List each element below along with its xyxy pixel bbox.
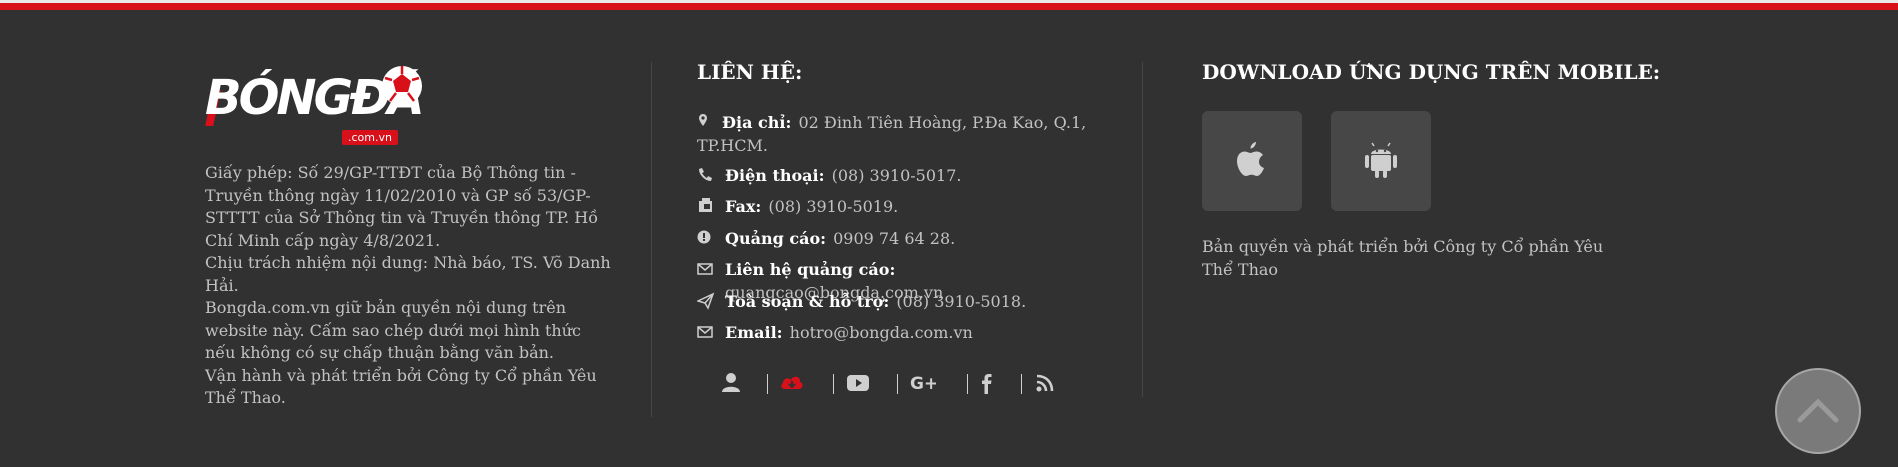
back-to-top-button[interactable]	[1775, 368, 1861, 454]
contact-email: Email: hotro@bongda.com.vn	[697, 321, 1097, 344]
paper-plane-icon	[697, 292, 715, 310]
logo-domain-badge: .com.vn	[342, 130, 398, 145]
social-separator	[897, 374, 898, 394]
contact-address: Địa chỉ: 02 Đinh Tiên Hoàng, P.Đa Kao, Q…	[697, 111, 1097, 157]
rss-icon[interactable]	[1032, 370, 1058, 396]
social-separator	[967, 374, 968, 394]
ads-value: 0909 74 64 28.	[833, 229, 956, 248]
social-separator	[767, 374, 768, 394]
office-value: (08) 3910-5018.	[896, 292, 1027, 311]
contact-heading: LIÊN HỆ:	[697, 60, 803, 84]
map-marker-icon	[699, 114, 707, 126]
envelope-icon	[697, 326, 713, 338]
youtube-icon[interactable]	[845, 370, 871, 396]
phone-icon	[699, 168, 712, 181]
email-label: Email:	[725, 323, 783, 342]
top-accent-bar	[0, 0, 1898, 10]
license-info: Giấy phép: Số 29/GP-TTĐT của Bộ Thông ti…	[205, 162, 615, 410]
column-divider	[651, 62, 652, 417]
operator-text: Vận hành và phát triển bởi Công ty Cổ ph…	[205, 365, 597, 408]
fax-label: Fax:	[725, 197, 762, 216]
contact-phone: Điện thoại: (08) 3910-5017.	[697, 164, 1097, 187]
google-plus-icon[interactable]: G+	[910, 370, 936, 396]
contact-office: Toà soạn & hỗ trợ: (08) 3910-5018.	[697, 290, 1097, 313]
editor-text: Chịu trách nhiệm nội dung: Nhà báo, TS. …	[205, 253, 611, 295]
user-icon[interactable]	[718, 370, 744, 396]
address-label: Địa chỉ:	[722, 113, 792, 132]
contact-ads: Quảng cáo: 0909 74 64 28.	[697, 227, 1097, 250]
social-separator	[1021, 374, 1022, 394]
apple-icon	[1237, 142, 1264, 176]
email-value[interactable]: hotro@bongda.com.vn	[790, 323, 973, 342]
ads-contact-label: Liên hệ quảng cáo:	[725, 260, 896, 279]
soccer-ball-icon	[382, 66, 422, 106]
app-store-button[interactable]	[1202, 111, 1302, 211]
office-label: Toà soạn & hỗ trợ:	[725, 292, 890, 311]
contact-fax: Fax: (08) 3910-5019.	[697, 195, 1097, 218]
ads-label: Quảng cáo:	[725, 229, 827, 248]
download-heading: DOWNLOAD ỨNG DỤNG TRÊN MOBILE:	[1202, 60, 1661, 84]
facebook-icon[interactable]	[974, 370, 1000, 396]
chevron-up-icon	[1797, 398, 1839, 423]
exclamation-circle-icon	[697, 230, 711, 244]
svg-text:G+: G+	[910, 374, 936, 394]
phone-label: Điện thoại:	[725, 166, 825, 185]
social-separator	[833, 374, 834, 394]
cloud-download-icon[interactable]	[779, 370, 805, 396]
fax-icon	[699, 198, 712, 212]
copyright-notice: Bongda.com.vn giữ bản quyền nội dung trê…	[205, 298, 581, 362]
column-divider	[1142, 62, 1143, 397]
google-play-button[interactable]	[1331, 111, 1431, 211]
phone-value: (08) 3910-5017.	[831, 166, 962, 185]
envelope-icon	[697, 263, 713, 275]
fax-value: (08) 3910-5019.	[768, 197, 899, 216]
android-icon	[1365, 142, 1397, 178]
copyright-text: Bản quyền và phát triển bởi Công ty Cổ p…	[1202, 237, 1604, 279]
bongda-logo[interactable]: BÓNGĐÁ .com.vn	[205, 62, 425, 152]
license-text: Giấy phép: Số 29/GP-TTĐT của Bộ Thông ti…	[205, 163, 599, 250]
